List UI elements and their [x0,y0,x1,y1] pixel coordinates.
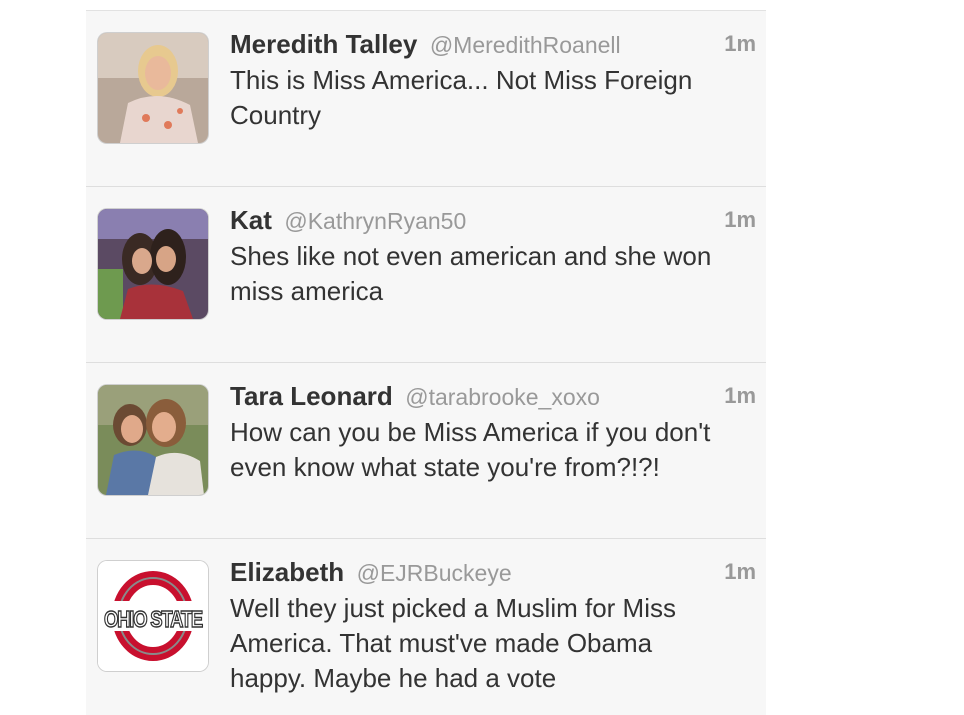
avatar[interactable]: OHIO STATE [98,561,208,671]
avatar-photo-icon [98,33,208,143]
ohio-state-logo-icon: OHIO STATE [98,561,208,671]
tweet-item[interactable]: Kat @KathrynRyan50 1m Shes like not even… [86,187,766,364]
tweet-author-handle[interactable]: @EJRBuckeye [357,560,512,586]
tweet-timeline: Meredith Talley @MeredithRoanell 1m This… [86,10,766,715]
tweet-text: Shes like not even american and she won … [230,241,712,306]
tweet-text: This is Miss America... Not Miss Foreign… [230,65,693,130]
tweet-author-name[interactable]: Meredith Talley [230,29,417,59]
avatar-photo-icon [98,385,208,495]
svg-text:OHIO STATE: OHIO STATE [104,606,203,632]
tweet-author-handle[interactable]: @KathrynRyan50 [284,208,466,234]
tweet-timestamp[interactable]: 1m [724,383,756,409]
tweet-text: How can you be Miss America if you don't… [230,417,711,482]
tweet-author-name[interactable]: Kat [230,205,272,235]
tweet-timestamp[interactable]: 1m [724,31,756,57]
avatar[interactable] [98,209,208,319]
avatar-photo-icon [98,209,208,319]
tweet-author-handle[interactable]: @tarabrooke_xoxo [405,384,600,410]
tweet-author-name[interactable]: Tara Leonard [230,381,393,411]
tweet-text: Well they just picked a Muslim for Miss … [230,593,676,693]
tweet-timestamp[interactable]: 1m [724,207,756,233]
tweet-item[interactable]: Tara Leonard @tarabrooke_xoxo 1m How can… [86,363,766,540]
tweet-author-handle[interactable]: @MeredithRoanell [430,32,621,58]
tweet-timestamp[interactable]: 1m [724,559,756,585]
tweet-item[interactable]: OHIO STATE Elizabeth @EJRBuckeye 1m Well… [86,539,766,714]
avatar[interactable] [98,385,208,495]
avatar[interactable] [98,33,208,143]
tweet-author-name[interactable]: Elizabeth [230,557,344,587]
tweet-item[interactable]: Meredith Talley @MeredithRoanell 1m This… [86,11,766,188]
